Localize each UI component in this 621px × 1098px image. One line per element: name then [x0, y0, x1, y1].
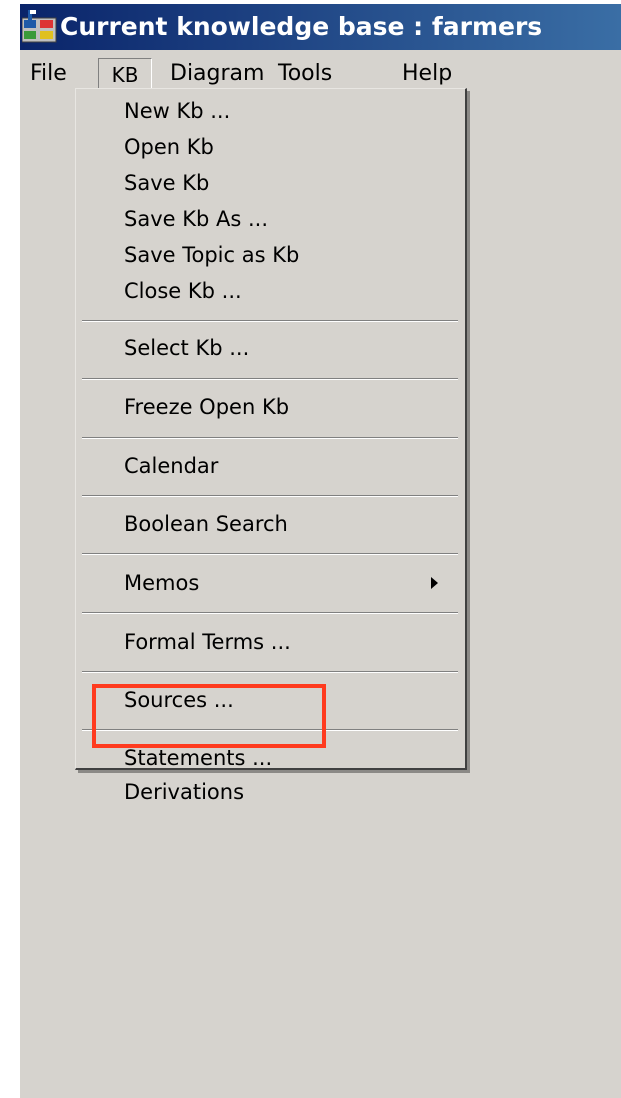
- menu-item-sources[interactable]: Sources ...: [124, 685, 234, 715]
- menu-item-new-kb[interactable]: New Kb ...: [124, 96, 230, 126]
- menu-separator: [82, 495, 458, 497]
- kb-app-icon[interactable]: [22, 10, 58, 44]
- menu-item-boolean-search[interactable]: Boolean Search: [124, 509, 288, 539]
- menu-separator: [82, 320, 458, 322]
- menu-item-derivations[interactable]: Derivations: [124, 777, 244, 807]
- menu-item-select-kb[interactable]: Select Kb ...: [124, 333, 249, 363]
- menu-file[interactable]: File: [24, 58, 73, 90]
- menu-item-freeze-open-kb[interactable]: Freeze Open Kb: [124, 392, 289, 422]
- title-bar[interactable]: Current knowledge base : farmers: [20, 4, 621, 50]
- window-title: Current knowledge base : farmers: [60, 12, 543, 41]
- menu-item-save-kb[interactable]: Save Kb: [124, 168, 209, 198]
- menu-diagram[interactable]: Diagram: [164, 58, 270, 90]
- submenu-arrow-icon: [431, 577, 438, 589]
- menu-tools[interactable]: Tools: [272, 58, 338, 90]
- menu-item-formal-terms[interactable]: Formal Terms ...: [124, 627, 291, 657]
- menu-item-statements[interactable]: Statements ...: [124, 743, 272, 773]
- menu-item-save-topic-as-kb[interactable]: Save Topic as Kb: [124, 240, 299, 270]
- menu-separator: [82, 612, 458, 614]
- menu-separator: [82, 671, 458, 673]
- kb-dropdown-menu: New Kb ... Open Kb Save Kb Save Kb As ..…: [75, 88, 467, 804]
- menu-help[interactable]: Help: [396, 58, 458, 90]
- menu-separator: [82, 437, 458, 439]
- menu-item-save-kb-as[interactable]: Save Kb As ...: [124, 204, 268, 234]
- menu-item-memos[interactable]: Memos: [124, 568, 199, 598]
- menu-separator: [82, 553, 458, 555]
- menu-item-close-kb[interactable]: Close Kb ...: [124, 276, 242, 306]
- menu-item-open-kb[interactable]: Open Kb: [124, 132, 214, 162]
- menu-separator: [82, 378, 458, 380]
- menu-kb[interactable]: KB: [98, 58, 152, 90]
- menu-item-calendar[interactable]: Calendar: [124, 451, 218, 481]
- menu-separator: [82, 729, 458, 731]
